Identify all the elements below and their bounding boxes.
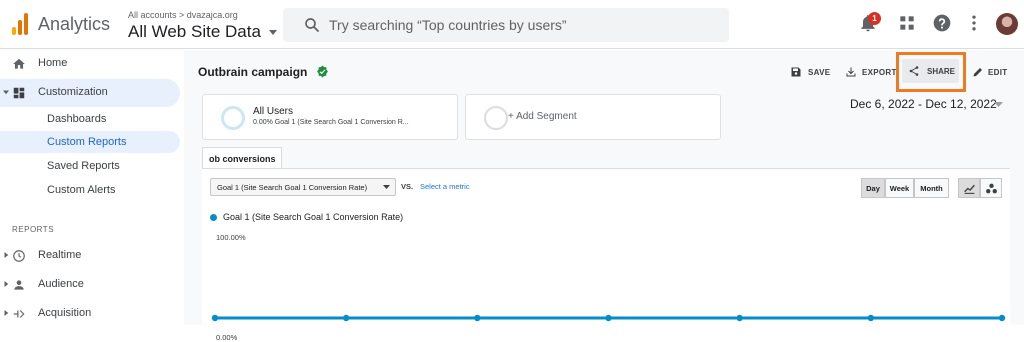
metric-dropdown-value: Goal 1 (Site Search Goal 1 Conversion Ra… xyxy=(217,183,368,192)
more-vert-icon[interactable] xyxy=(964,13,984,33)
person-icon xyxy=(14,280,24,290)
edit-button[interactable]: EDIT xyxy=(972,64,1012,82)
sidebar-item-label: Audience xyxy=(38,278,84,290)
bubbles-icon xyxy=(986,183,997,194)
sidebar-item-label: Acquisition xyxy=(38,307,92,319)
metric-dropdown[interactable]: Goal 1 (Site Search Goal 1 Conversion Ra… xyxy=(210,178,396,196)
sidebar-item-label: Customization xyxy=(38,86,108,98)
granularity-day-button[interactable]: Day xyxy=(861,178,885,198)
motion-chart-view-button[interactable] xyxy=(980,178,1002,198)
verified-check-icon xyxy=(317,65,328,78)
tab-ob-conversions[interactable]: ob conversions xyxy=(202,147,282,169)
sidebar-item-label: Home xyxy=(38,57,68,69)
dashboard-icon xyxy=(13,87,25,99)
export-label: EXPORT xyxy=(862,68,897,77)
view-name: All Web Site Data xyxy=(128,22,261,41)
y-axis-tick-bottom: 0.00% xyxy=(216,333,238,342)
save-icon xyxy=(791,67,801,77)
add-segment-label: + Add Segment xyxy=(508,111,577,122)
sidebar-item-label: Dashboards xyxy=(47,113,107,125)
apps-grid-icon[interactable] xyxy=(897,13,917,33)
view-selector[interactable]: All Web Site Data xyxy=(128,22,277,42)
notification-badge: 1 xyxy=(868,12,881,25)
segment-all-users[interactable]: All Users 0.00% Goal 1 (Site Search Goal… xyxy=(202,94,458,140)
save-button[interactable]: SAVE xyxy=(790,64,834,82)
data-point[interactable] xyxy=(342,314,350,322)
segment-color-ring xyxy=(221,106,245,130)
sidebar-subitem-saved-reports[interactable]: Saved Reports xyxy=(0,155,180,177)
sidebar-item-label: Saved Reports xyxy=(47,160,120,172)
caret-down-icon[interactable] xyxy=(994,102,1003,108)
line-chart-plot xyxy=(211,314,1006,322)
sidebar-item-label: Realtime xyxy=(38,249,82,261)
sidebar: Home Customization Dashboards Custom Rep… xyxy=(0,50,184,325)
sidebar-item-home[interactable]: Home xyxy=(0,50,180,78)
share-highlight-box xyxy=(896,52,966,92)
granularity-label: Day xyxy=(866,184,880,193)
account-breadcrumb[interactable]: All accounts > dvazajca.org xyxy=(128,10,238,20)
caret-down-icon xyxy=(268,29,277,35)
search-input[interactable] xyxy=(329,14,709,36)
sidebar-item-realtime[interactable]: Realtime xyxy=(0,242,180,270)
chart-panel: Goal 1 (Site Search Goal 1 Conversion Ra… xyxy=(202,168,1010,342)
y-axis-tick-top: 100.00% xyxy=(216,233,246,242)
export-button[interactable]: EXPORT xyxy=(845,64,897,82)
sidebar-item-acquisition[interactable]: Acquisition xyxy=(0,300,180,328)
sidebar-item-customization[interactable]: Customization xyxy=(0,79,180,107)
line-chart-view-button[interactable] xyxy=(958,178,980,198)
legend-series-dot xyxy=(210,214,217,221)
legend-series-label: Goal 1 (Site Search Goal 1 Conversion Ra… xyxy=(223,212,404,222)
top-header: Analytics All accounts > dvazajca.org Al… xyxy=(0,0,1024,49)
data-point[interactable] xyxy=(605,314,612,322)
save-label: SAVE xyxy=(808,68,831,77)
sidebar-item-label: Custom Alerts xyxy=(47,184,116,196)
help-icon[interactable] xyxy=(932,13,952,33)
granularity-month-button[interactable]: Month xyxy=(914,178,949,198)
pencil-icon xyxy=(973,68,982,77)
date-range-picker[interactable]: Dec 6, 2022 - Dec 12, 2022 xyxy=(850,97,997,111)
acquisition-icon xyxy=(13,310,25,318)
data-point[interactable] xyxy=(998,314,1006,322)
home-icon xyxy=(13,58,25,69)
analytics-logo-icon[interactable] xyxy=(12,13,28,35)
granularity-label: Month xyxy=(920,184,943,193)
caret-right-icon xyxy=(4,252,9,258)
reports-section-heading: REPORTS xyxy=(12,225,55,234)
export-icon xyxy=(846,67,856,77)
granularity-week-button[interactable]: Week xyxy=(885,178,914,198)
vs-label: VS. xyxy=(401,182,414,191)
search-icon xyxy=(305,18,319,32)
search-bar[interactable] xyxy=(283,8,729,42)
clock-icon xyxy=(13,250,25,262)
sidebar-subitem-custom-alerts[interactable]: Custom Alerts xyxy=(0,179,180,201)
caret-down-icon xyxy=(3,90,9,95)
data-point[interactable] xyxy=(867,314,875,322)
avatar[interactable] xyxy=(996,13,1018,35)
main-content: Outbrain campaign SAVE EXPORT SHARE EDIT… xyxy=(184,50,1024,342)
granularity-label: Week xyxy=(889,184,910,193)
caret-right-icon xyxy=(4,281,9,287)
data-point[interactable] xyxy=(211,314,219,322)
sidebar-item-audience[interactable]: Audience xyxy=(0,271,180,299)
select-metric-link[interactable]: Select a metric xyxy=(420,182,470,191)
sidebar-subitem-dashboards[interactable]: Dashboards xyxy=(0,108,180,130)
tab-label: ob conversions xyxy=(209,154,276,164)
add-segment-button[interactable]: + Add Segment xyxy=(465,94,721,140)
add-segment-ring xyxy=(484,106,508,130)
line-chart-icon xyxy=(964,184,975,194)
sidebar-item-label: Custom Reports xyxy=(47,136,127,148)
data-point[interactable] xyxy=(736,314,743,322)
caret-down-icon xyxy=(383,185,390,189)
caret-right-icon xyxy=(4,310,9,316)
sidebar-subitem-custom-reports[interactable]: Custom Reports xyxy=(0,131,180,153)
segment-name: All Users xyxy=(253,106,294,117)
data-point[interactable] xyxy=(474,314,481,322)
report-title: Outbrain campaign xyxy=(198,65,308,79)
segment-desc: 0.00% Goal 1 (Site Search Goal 1 Convers… xyxy=(253,119,409,126)
brand-name[interactable]: Analytics xyxy=(38,14,110,35)
edit-label: EDIT xyxy=(988,68,1008,77)
